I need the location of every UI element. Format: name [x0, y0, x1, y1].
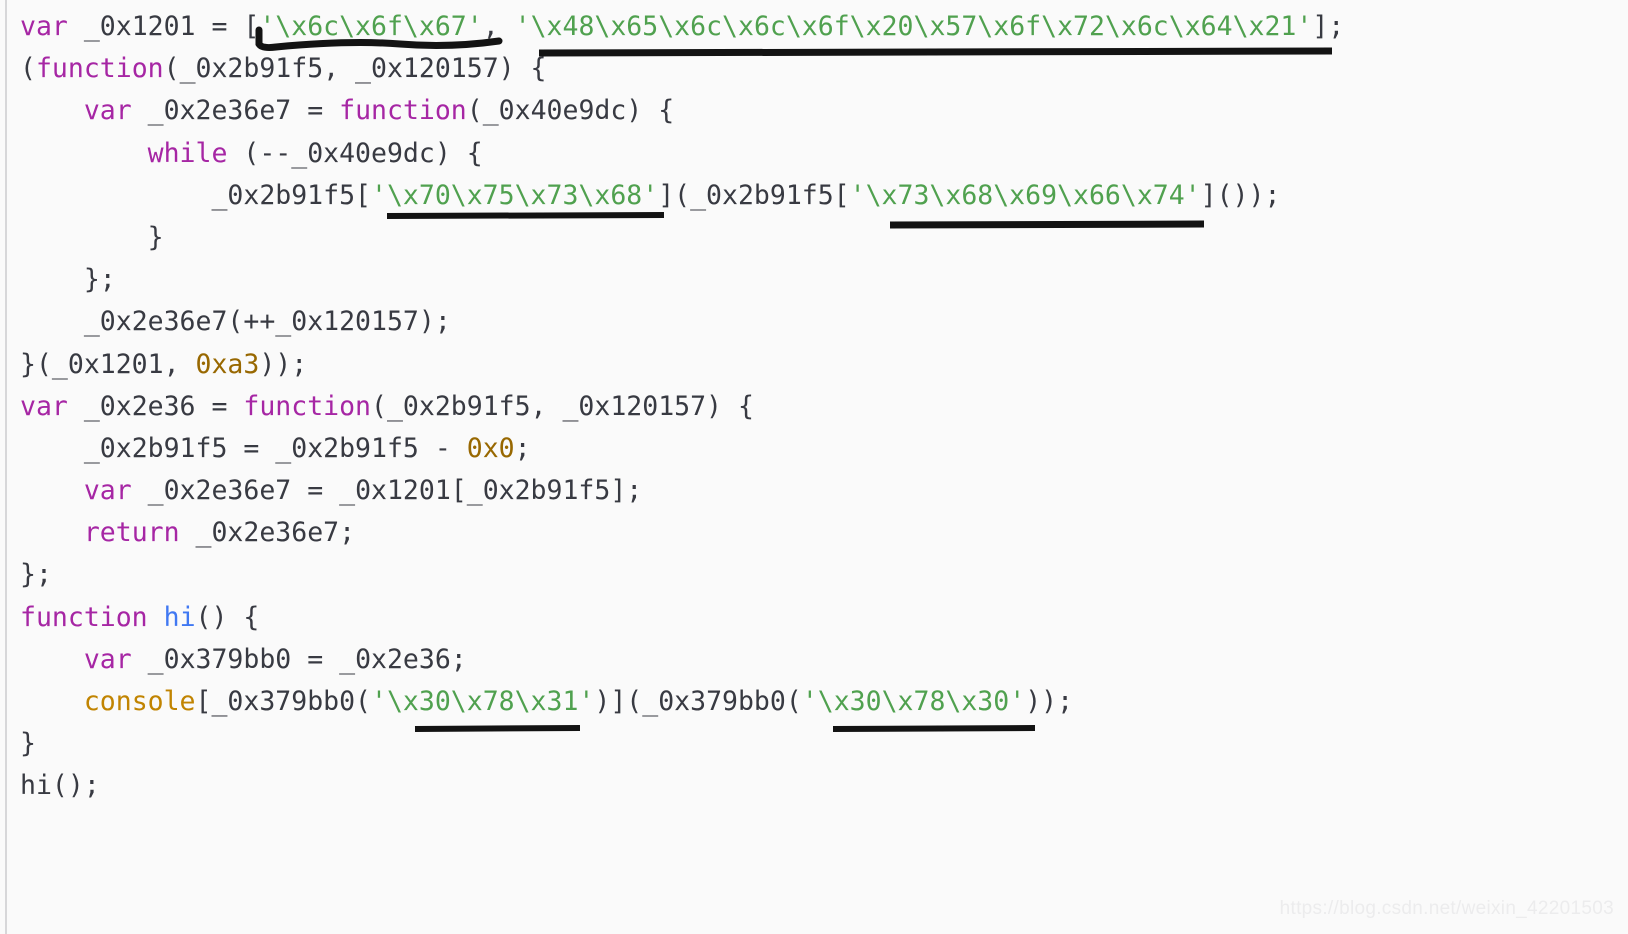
code-line-13: return _0x2e36e7; [0, 512, 1628, 554]
code-line-4: while (--_0x40e9dc) { [0, 133, 1628, 175]
code-line-18: } [0, 723, 1628, 765]
line-9-text-1: }(_0x1201, [20, 348, 196, 380]
code-line-2: (function(_0x2b91f5, _0x120157) { [0, 48, 1628, 90]
line-9-text-2: )); [259, 348, 308, 380]
line-12-text-1: _0x2e36e7 = _0x1201[_0x2b91f5]; [131, 475, 643, 507]
code-line-7: }; [0, 259, 1628, 301]
code-line-16: var _0x379bb0 = _0x2e36; [0, 639, 1628, 681]
code-line-6: } [0, 217, 1628, 259]
line-3-text-1: _0x2e36e7 = [131, 95, 340, 127]
function-name-hi: hi [163, 601, 196, 633]
line-3-text-2: (_0x40e9dc) { [466, 95, 675, 127]
javascript-code-block[interactable]: var _0x1201 = ['\x6c\x6f\x67', '\x48\x65… [0, 0, 1628, 808]
line-11-text-1: _0x2b91f5 = _0x2b91f5 - [83, 432, 467, 464]
string-literal-shift: '\x73\x68\x69\x66\x74' [849, 179, 1201, 211]
code-line-10: var _0x2e36 = function(_0x2b91f5, _0x120… [0, 386, 1628, 428]
line-16-text-1: _0x379bb0 = _0x2e36; [131, 643, 467, 675]
hex-number-0xa3: 0xa3 [195, 348, 260, 380]
keyword-var: var [83, 95, 132, 127]
keyword-function: function [20, 601, 148, 633]
string-literal-hello-world: '\x48\x65\x6c\x6c\x6f\x20\x57\x6f\x72\x6… [514, 11, 1313, 42]
line-19-text-1: hi(); [20, 770, 100, 802]
line-17-text-3: )); [1025, 686, 1074, 717]
line-5-text-1: _0x2b91f5[ [211, 179, 371, 211]
csdn-watermark: https://blog.csdn.net/weixin_42201503 [1279, 898, 1614, 919]
line-1-text-3: ]; [1312, 11, 1345, 42]
hex-number-0x0: 0x0 [466, 432, 515, 464]
code-line-19: hi(); [0, 765, 1628, 807]
code-line-15: function hi() { [0, 597, 1628, 639]
code-line-1: var _0x1201 = ['\x6c\x6f\x67', '\x48\x65… [0, 6, 1628, 48]
line-7-text-1: }; [83, 264, 116, 296]
line-17-text-2: )](_0x379bb0( [594, 686, 802, 717]
line-8-text-1: _0x2e36e7(++_0x120157); [83, 306, 451, 338]
string-literal-0x0: '\x30\x78\x30' [801, 686, 1026, 717]
line-15-text-2: () { [195, 601, 260, 633]
keyword-function: function [243, 390, 372, 422]
code-line-8: _0x2e36e7(++_0x120157); [0, 301, 1628, 343]
code-line-9: }(_0x1201, 0xa3)); [0, 344, 1628, 386]
code-line-12: var _0x2e36e7 = _0x1201[_0x2b91f5]; [0, 470, 1628, 512]
line-15-text-1 [148, 602, 164, 633]
code-line-5: _0x2b91f5['\x70\x75\x73\x68'](_0x2b91f5[… [0, 175, 1628, 217]
line-2-text-2: (_0x2b91f5, _0x120157) { [163, 53, 547, 85]
line-4-text-1: (--_0x40e9dc) { [227, 137, 483, 169]
line-14-text-1: }; [20, 559, 52, 591]
line-2-text-1: ( [20, 53, 36, 85]
code-line-14: }; [0, 554, 1628, 596]
line-18-text-1: } [20, 728, 36, 760]
line-17-text-1: [_0x379bb0( [195, 686, 372, 717]
line-11-text-2: ; [514, 432, 531, 464]
keyword-function: function [339, 95, 467, 127]
keyword-var: var [83, 475, 132, 507]
code-screenshot-viewer: var _0x1201 = ['\x6c\x6f\x67', '\x48\x65… [0, 0, 1628, 934]
line-10-text-2: (_0x2b91f5, _0x120157) { [371, 390, 754, 422]
line-1-text-1: _0x1201 = [ [67, 11, 260, 42]
line-13-text-1: _0x2e36e7; [179, 517, 356, 549]
line-1-text-2: , [482, 11, 515, 42]
line-5-text-2: ](_0x2b91f5[ [658, 179, 850, 211]
keyword-var: var [20, 11, 68, 42]
code-line-11: _0x2b91f5 = _0x2b91f5 - 0x0; [0, 428, 1628, 470]
code-line-17: console[_0x379bb0('\x30\x78\x31')](_0x37… [0, 681, 1628, 723]
line-5-text-3: ]()); [1200, 179, 1281, 211]
keyword-return: return [83, 517, 180, 549]
keyword-var: var [20, 390, 68, 422]
line-6-text-1: } [147, 221, 164, 253]
keyword-function: function [35, 53, 164, 85]
code-line-3: var _0x2e36e7 = function(_0x40e9dc) { [0, 90, 1628, 132]
line-10-text-1: _0x2e36 = [67, 390, 244, 422]
keyword-while: while [147, 137, 228, 169]
string-literal-push: '\x70\x75\x73\x68' [371, 179, 659, 211]
keyword-var: var [83, 643, 132, 675]
string-literal-0x1: '\x30\x78\x31' [371, 686, 595, 717]
string-literal-log: '\x6c\x6f\x67' [259, 11, 483, 42]
code-content: var _0x1201 = ['\x6c\x6f\x67', '\x48\x65… [0, 6, 1628, 808]
global-console: console [83, 686, 196, 717]
